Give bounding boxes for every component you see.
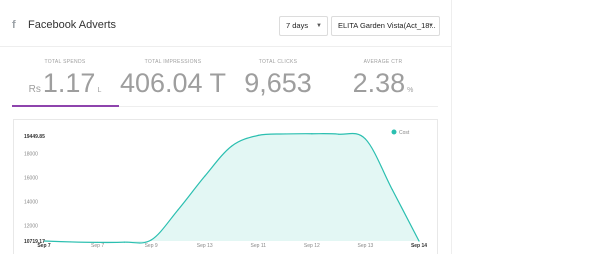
metric-value: 2.38% — [328, 67, 438, 107]
date-range-value: 7 days — [286, 21, 309, 30]
data-point — [70, 241, 72, 243]
metric-value: Rs1.17 L — [12, 67, 118, 107]
x-tick-label: Sep 12 — [304, 243, 320, 249]
date-range-select[interactable]: 7 days ▼ — [279, 16, 328, 36]
x-tick-label: Sep 13 — [197, 243, 213, 249]
metric-number: 9,653 — [244, 68, 312, 98]
y-tick-label: 19449.85 — [24, 134, 45, 140]
metric-total-spends[interactable]: TOTAL SPENDS Rs1.17 L — [12, 59, 118, 107]
metric-value: 9,653 — [228, 67, 328, 99]
metric-total-impressions[interactable]: TOTAL IMPRESSIONS 406.04 T — [118, 59, 228, 99]
metric-prefix: Rs — [28, 84, 41, 95]
data-point — [418, 240, 420, 242]
x-tick-label: Sep 14 — [411, 243, 427, 249]
y-tick-label: 16000 — [24, 175, 38, 181]
facebook-adverts-card: f Facebook Adverts 7 days ▼ ELITA Garden… — [0, 0, 452, 254]
facebook-icon: f — [12, 19, 16, 31]
data-point — [257, 134, 259, 136]
data-point — [364, 138, 367, 140]
metric-value: 406.04 T — [118, 67, 228, 99]
data-point — [391, 188, 393, 191]
chevron-down-icon: ▼ — [316, 23, 322, 29]
metric-total-clicks[interactable]: TOTAL CLICKS 9,653 — [228, 59, 328, 99]
card-title: Facebook Adverts — [28, 19, 117, 31]
metric-label: AVERAGE CTR — [363, 59, 403, 65]
metric-average-ctr[interactable]: AVERAGE CTR 2.38% — [328, 59, 438, 107]
data-point — [204, 175, 206, 177]
legend-marker — [391, 129, 397, 135]
legend-label: Cost — [399, 130, 410, 136]
data-point — [311, 133, 313, 135]
x-tick-label: Sep 11 — [251, 243, 267, 249]
chevron-down-icon: ▼ — [428, 23, 434, 29]
data-point — [150, 239, 152, 241]
metric-suffix: L — [97, 87, 102, 94]
metric-suffix: % — [407, 87, 414, 94]
y-tick-label: 12000 — [24, 224, 38, 230]
metric-number: 406.04 T — [119, 68, 227, 98]
metric-label: TOTAL IMPRESSIONS — [144, 59, 202, 65]
metric-label: TOTAL CLICKS — [258, 59, 298, 65]
cost-area-chart: 19449.851800016000140001200010719.17Sep … — [24, 129, 427, 249]
x-tick-label: Sep 7 — [91, 243, 104, 249]
data-point — [230, 145, 233, 147]
x-tick-label: Sep 7 — [37, 243, 51, 249]
metric-number: 1.17 — [42, 68, 96, 98]
x-tick-label: Sep 9 — [145, 243, 158, 249]
account-value: ELITA Garden Vista(Act_18... — [338, 21, 436, 30]
active-metric-indicator — [12, 105, 119, 107]
chart-container: 19449.85 18000 16000 14000 12000 10719.17 Sep … — [13, 119, 438, 254]
y-tick-label: 14000 — [24, 200, 38, 206]
data-point — [284, 133, 286, 135]
y-tick-label: 18000 — [24, 151, 38, 157]
data-point — [177, 209, 179, 211]
metric-number: 2.38 — [352, 68, 406, 98]
x-tick-label: Sep 13 — [357, 243, 373, 249]
account-select[interactable]: ELITA Garden Vista(Act_18... ▼ — [331, 16, 440, 36]
card-header: f Facebook Adverts 7 days ▼ ELITA Garden… — [0, 10, 452, 44]
metric-label: TOTAL SPENDS — [44, 59, 86, 65]
data-point — [338, 133, 340, 135]
header-divider — [0, 46, 452, 47]
series-area-fill — [44, 133, 419, 244]
data-point — [123, 241, 125, 243]
